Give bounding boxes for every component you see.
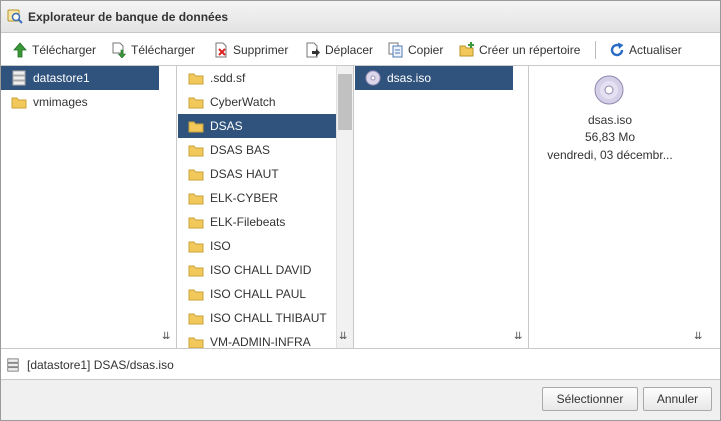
datastore-label: vmimages bbox=[33, 95, 88, 109]
column-resize-handle[interactable]: ⇊ bbox=[339, 331, 353, 345]
toolbar: Télécharger Télécharger Supprimer Déplac… bbox=[1, 33, 720, 65]
download-button[interactable]: Télécharger bbox=[111, 41, 195, 59]
file-details-panel: dsas.iso 56,83 Mo vendredi, 03 décembr..… bbox=[529, 66, 691, 348]
folder-icon bbox=[188, 121, 204, 133]
folder-item[interactable]: DSAS HAUT bbox=[178, 162, 336, 186]
folder-item[interactable]: ISO CHALL DAVID bbox=[178, 258, 336, 282]
upload-button[interactable]: Télécharger bbox=[12, 41, 96, 59]
folder-item[interactable]: .sdd.sf bbox=[178, 66, 336, 90]
select-button[interactable]: Sélectionner bbox=[542, 387, 638, 411]
folder-label: DSAS HAUT bbox=[210, 167, 279, 181]
folder-item[interactable]: ISO CHALL PAUL bbox=[178, 282, 336, 306]
path-bar: [datastore1] DSAS/dsas.iso bbox=[1, 350, 720, 380]
new-folder-label: Créer un répertoire bbox=[479, 43, 581, 57]
folder-icon bbox=[188, 337, 204, 348]
detail-file-name: dsas.iso bbox=[587, 113, 633, 127]
download-label: Télécharger bbox=[131, 43, 196, 57]
download-file-icon bbox=[112, 42, 127, 58]
disc-icon bbox=[365, 70, 381, 86]
folder-column: .sdd.sf CyberWatch DSAS DSAS BAS DSAS HA… bbox=[178, 66, 354, 348]
delete-icon bbox=[215, 42, 227, 58]
folder-icon bbox=[188, 169, 204, 181]
upload-label: Télécharger bbox=[32, 43, 97, 57]
folder-label: ELK-Filebeats bbox=[210, 215, 286, 229]
dialog-footer: Sélectionner Annuler bbox=[1, 380, 720, 420]
window-title: Explorateur de banque de données bbox=[28, 10, 229, 24]
delete-label: Supprimer bbox=[233, 43, 289, 57]
folder-item[interactable]: ISO bbox=[178, 234, 336, 258]
folder-label: ELK-CYBER bbox=[210, 191, 279, 205]
column-resize-handle[interactable]: ⇊ bbox=[694, 331, 708, 345]
folder-item[interactable]: VM-ADMIN-INFRA bbox=[178, 330, 336, 348]
folder-item-selected[interactable]: DSAS bbox=[178, 114, 336, 138]
folder-icon bbox=[188, 313, 204, 325]
column-resize-handle[interactable]: ⇊ bbox=[514, 331, 528, 345]
folder-label: VM-ADMIN-INFRA bbox=[210, 335, 311, 348]
folder-label: ISO CHALL PAUL bbox=[210, 287, 307, 301]
folder-scrollbar[interactable] bbox=[336, 66, 353, 348]
folder-label: CyberWatch bbox=[210, 95, 276, 109]
folder-label: ISO CHALL THIBAUT bbox=[210, 311, 327, 325]
datastore-label: datastore1 bbox=[33, 71, 90, 85]
datastore-browser-dialog: Explorateur de banque de données Télécha… bbox=[0, 0, 721, 421]
copy-label: Copier bbox=[408, 43, 444, 57]
scrollbar-thumb[interactable] bbox=[338, 74, 352, 130]
folder-icon bbox=[188, 265, 204, 277]
folder-icon bbox=[188, 73, 204, 85]
refresh-icon bbox=[610, 42, 624, 57]
move-label: Déplacer bbox=[325, 43, 374, 57]
new-folder-icon bbox=[459, 42, 474, 57]
datastore-browser-icon bbox=[7, 9, 23, 24]
folder-icon bbox=[188, 241, 204, 253]
folder-icon bbox=[188, 289, 204, 301]
datastore-icon bbox=[7, 357, 19, 372]
folder-icon bbox=[11, 97, 27, 109]
folder-label: ISO bbox=[210, 239, 231, 253]
folder-item[interactable]: ISO CHALL THIBAUT bbox=[178, 306, 336, 330]
folder-icon bbox=[188, 145, 204, 157]
delete-button[interactable]: Supprimer bbox=[213, 41, 288, 59]
selected-path: [datastore1] DSAS/dsas.iso bbox=[27, 357, 174, 372]
column-resize-handle[interactable]: ⇊ bbox=[162, 331, 176, 345]
toolbar-separator bbox=[595, 41, 596, 59]
title-bar[interactable]: Explorateur de banque de données bbox=[1, 1, 720, 33]
folder-label: ISO CHALL DAVID bbox=[210, 263, 312, 277]
folder-label: .sdd.sf bbox=[210, 71, 246, 85]
folder-label: DSAS bbox=[210, 119, 243, 133]
browser-columns: datastore1 vmimages ⇊ .sdd.sf CyberWatch bbox=[1, 65, 720, 349]
folder-icon bbox=[188, 217, 204, 229]
cancel-button[interactable]: Annuler bbox=[643, 387, 712, 411]
datastore-item-datastore1[interactable]: datastore1 bbox=[1, 66, 159, 90]
file-column: dsas.iso ⇊ bbox=[355, 66, 529, 348]
disc-icon bbox=[594, 75, 624, 105]
datastore-item-vmimages[interactable]: vmimages bbox=[1, 90, 159, 114]
upload-arrow-icon bbox=[13, 42, 27, 58]
new-folder-button[interactable]: Créer un répertoire bbox=[459, 41, 580, 59]
detail-file-date: vendredi, 03 décembr... bbox=[547, 148, 673, 162]
folder-item[interactable]: DSAS BAS bbox=[178, 138, 336, 162]
copy-button[interactable]: Copier bbox=[388, 41, 443, 59]
folder-label: DSAS BAS bbox=[210, 143, 271, 157]
folder-item[interactable]: ELK-CYBER bbox=[178, 186, 336, 210]
folder-icon bbox=[188, 193, 204, 205]
folder-item[interactable]: CyberWatch bbox=[178, 90, 336, 114]
copy-icon bbox=[388, 42, 403, 58]
detail-file-size: 56,83 Mo bbox=[584, 130, 636, 144]
move-icon bbox=[306, 42, 320, 58]
move-button[interactable]: Déplacer bbox=[305, 41, 373, 59]
datastore-icon bbox=[12, 70, 26, 86]
datastore-column: datastore1 vmimages ⇊ bbox=[1, 66, 177, 348]
file-label: dsas.iso bbox=[387, 71, 432, 85]
folder-item[interactable]: ELK-Filebeats bbox=[178, 210, 336, 234]
refresh-button[interactable]: Actualiser bbox=[609, 41, 682, 59]
file-item-selected[interactable]: dsas.iso bbox=[355, 66, 513, 90]
folder-icon bbox=[188, 97, 204, 109]
refresh-label: Actualiser bbox=[629, 43, 682, 57]
